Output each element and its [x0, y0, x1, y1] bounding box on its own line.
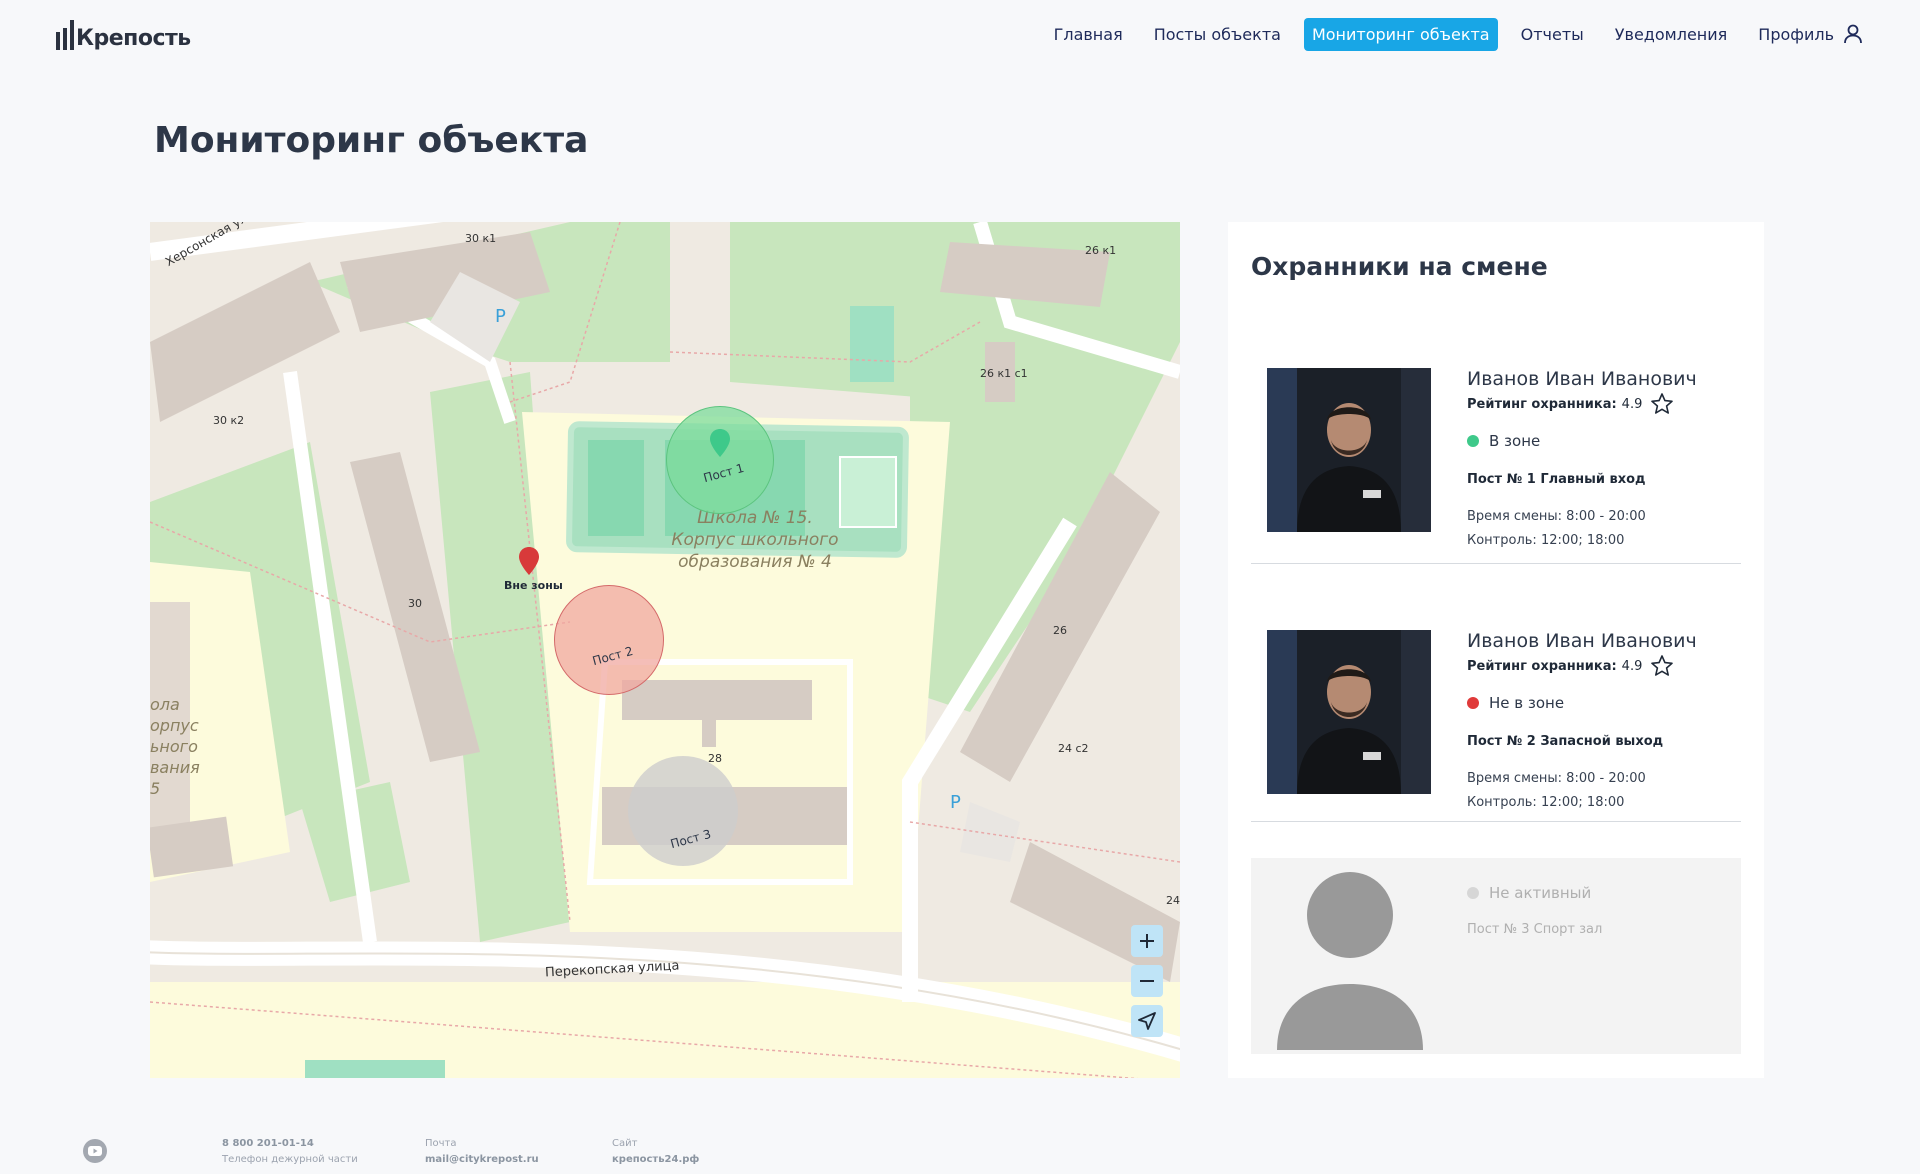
brand-name: Крепость [76, 26, 191, 51]
nav-profile-label: Профиль [1758, 24, 1834, 44]
status-text: Не в зоне [1489, 694, 1565, 712]
parking-label: P [495, 306, 506, 327]
brand-logo[interactable]: Крепость [56, 16, 191, 50]
nav-home[interactable]: Главная [1046, 18, 1131, 51]
house-label: 30 к1 [465, 232, 497, 245]
guard-control: Контроль: 12:00; 18:00 [1467, 529, 1624, 553]
guard-shift: Время смены: 8:00 - 20:00 [1467, 767, 1646, 791]
guard-shift: Время смены: 8:00 - 20:00 [1467, 505, 1646, 529]
user-icon [1844, 24, 1862, 44]
house-label: 24 с2 [1058, 742, 1089, 755]
guard-photo [1267, 368, 1431, 532]
locate-button[interactable] [1131, 1005, 1163, 1037]
zoom-out-button[interactable] [1131, 965, 1163, 997]
post-1-marker-icon[interactable] [709, 428, 731, 458]
status-dot [1467, 697, 1479, 709]
house-label: 26 [1053, 624, 1067, 637]
post-zone-1[interactable] [666, 406, 774, 514]
school-label: Школа № 15. Корпус школьного образования… [671, 508, 839, 572]
nav-object-monitoring[interactable]: Мониторинг объекта [1303, 17, 1498, 51]
logo-mark-icon [56, 20, 74, 50]
rating-value: 4.9 [1621, 396, 1643, 412]
zoom-in-button[interactable] [1131, 925, 1163, 957]
rating-value: 4.9 [1621, 658, 1643, 674]
footer-site-value[interactable]: крепость24.рф [612, 1154, 699, 1165]
inactive-guard-card[interactable]: Не активный Пост № 3 Спорт зал [1251, 858, 1741, 1054]
nav-profile[interactable]: Профиль [1750, 16, 1872, 52]
guard-post: Пост № 3 Спорт зал [1467, 922, 1603, 937]
guard-portrait-icon [1267, 630, 1431, 794]
rating-label: Рейтинг охранника: [1467, 396, 1617, 412]
footer-site-caption: Сайт [612, 1138, 638, 1149]
youtube-button[interactable] [83, 1139, 107, 1163]
out-of-zone-marker-icon[interactable] [518, 546, 540, 576]
guard-status: Не в зоне [1467, 694, 1564, 712]
site-header: Крепость Главная Посты объекта Мониторин… [0, 0, 1920, 66]
guard-post: Пост № 1 Главный вход [1467, 472, 1646, 487]
status-dot [1467, 887, 1479, 899]
map-base-layer [150, 222, 1180, 1078]
status-text: Не активный [1489, 884, 1592, 902]
rating-label: Рейтинг охранника: [1467, 658, 1617, 674]
object-map[interactable]: Херсонская ул. Перекопская улица 30 к1 2… [150, 222, 1180, 1078]
house-label: 26 к1 с1 [980, 367, 1028, 380]
parking-label: P [950, 792, 961, 813]
guards-panel: Охранники на смене Иванов Иван Иванович … [1228, 222, 1764, 1078]
control-label: Контроль: [1467, 533, 1537, 548]
post-zone-2[interactable] [554, 585, 664, 695]
guard-card[interactable]: Иванов Иван Иванович Рейтинг охранника: … [1251, 612, 1741, 810]
guard-photo [1267, 630, 1431, 794]
footer-site: Сайт крепость24.рф [612, 1136, 699, 1168]
house-label: 24 [1166, 894, 1180, 907]
guard-status: Не активный [1467, 884, 1591, 902]
guard-name: Иванов Иван Иванович [1467, 368, 1697, 390]
house-label: 26 к1 [1085, 244, 1117, 257]
guard-portrait-icon [1267, 368, 1431, 532]
avatar-placeholder-icon [1277, 872, 1423, 1050]
main-nav: Главная Посты объекта Мониторинг объекта… [1031, 16, 1872, 52]
shift-value: 8:00 - 20:00 [1566, 509, 1646, 524]
status-text: В зоне [1489, 432, 1541, 450]
control-value: 12:00; 18:00 [1540, 795, 1625, 810]
guard-rating: Рейтинг охранника: 4.9 [1467, 392, 1674, 416]
minus-icon [1140, 980, 1154, 982]
post-zone-3[interactable] [628, 756, 738, 866]
shift-label: Время смены: [1467, 771, 1563, 786]
youtube-icon [88, 1146, 102, 1156]
plus-icon [1140, 934, 1154, 948]
navigation-arrow-icon [1138, 1012, 1156, 1030]
divider [1251, 563, 1741, 564]
nav-object-posts[interactable]: Посты объекта [1146, 18, 1289, 51]
guard-rating: Рейтинг охранника: 4.9 [1467, 654, 1674, 678]
footer-phone-value[interactable]: 8 800 201-01-14 [222, 1138, 314, 1149]
star-icon[interactable] [1650, 654, 1674, 678]
footer-mail: Почта mail@citykrepost.ru [425, 1136, 539, 1168]
control-label: Контроль: [1467, 795, 1537, 810]
house-label: 30 к2 [213, 414, 245, 427]
footer-phone-caption: Телефон дежурной части [222, 1154, 358, 1165]
shift-value: 8:00 - 20:00 [1566, 771, 1646, 786]
nav-reports[interactable]: Отчеты [1513, 18, 1592, 51]
footer-mail-caption: Почта [425, 1138, 457, 1149]
guard-post: Пост № 2 Запасной выход [1467, 734, 1664, 749]
nav-notifications[interactable]: Уведомления [1607, 18, 1736, 51]
house-label: 30 [408, 597, 422, 610]
footer-phone: 8 800 201-01-14 Телефон дежурной части [222, 1136, 358, 1168]
guards-panel-title: Охранники на смене [1251, 252, 1548, 281]
divider [1251, 821, 1741, 822]
page-title: Мониторинг объекта [154, 120, 589, 161]
status-dot [1467, 435, 1479, 447]
star-icon[interactable] [1650, 392, 1674, 416]
guard-card[interactable]: Иванов Иван Иванович Рейтинг охранника: … [1251, 350, 1741, 548]
left-building-label: ола орпус ьного вания 5 [150, 695, 200, 798]
footer-mail-value[interactable]: mail@citykrepost.ru [425, 1154, 539, 1165]
guard-control: Контроль: 12:00; 18:00 [1467, 791, 1624, 815]
shift-label: Время смены: [1467, 509, 1563, 524]
guard-name: Иванов Иван Иванович [1467, 630, 1697, 652]
guard-status: В зоне [1467, 432, 1540, 450]
control-value: 12:00; 18:00 [1540, 533, 1625, 548]
out-of-zone-label: Вне зоны [504, 579, 563, 592]
